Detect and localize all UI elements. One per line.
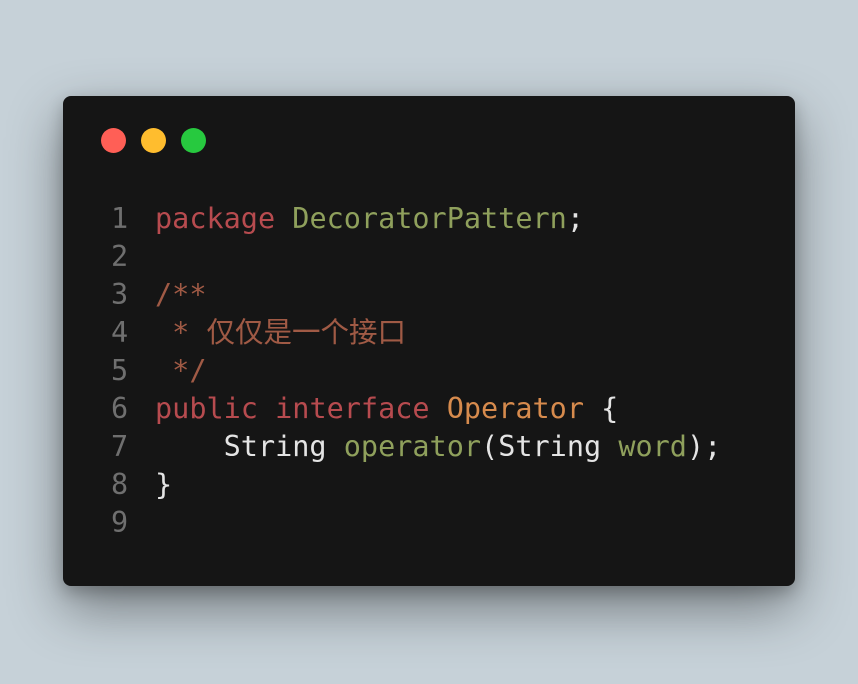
code-line: 1 package DecoratorPattern; [111,200,721,238]
code-token: word [618,430,687,463]
code-token: DecoratorPattern [292,202,567,235]
code-token: interface [275,392,430,425]
line-content: } [155,466,172,504]
code-line: 6 public interface Operator { [111,390,721,428]
line-number: 3 [111,278,129,311]
line-number: 7 [111,430,129,463]
code-token: */ [155,354,207,387]
line-content: public interface Operator { [155,390,618,428]
line-content: /** [155,276,206,314]
code-line: 8} [111,466,721,504]
code-token: operator [343,430,482,463]
line-number: 2 [111,240,129,273]
code-token: Operator [446,392,585,425]
line-number: 4 [111,316,129,349]
line-number: 8 [111,468,129,501]
line-number: 5 [111,354,129,387]
code-line: 4 * 仅仅是一个接口 [111,314,721,352]
code-token: String [155,430,344,463]
code-token: package [155,202,276,235]
line-number: 1 [111,202,129,235]
code-line: 9 [111,504,721,542]
minimize-dot-icon[interactable] [141,128,166,153]
code-token: (String [481,430,619,463]
line-content: String operator(String word); [155,428,722,466]
code-token: ); [686,430,722,463]
line-content: */ [155,352,206,390]
code-token: * 仅仅是一个接口 [155,316,406,349]
line-number: 6 [111,392,129,425]
line-number: 9 [111,506,129,539]
close-dot-icon[interactable] [101,128,126,153]
code-token: /** [155,278,207,311]
code-window: 1 package DecoratorPattern; 2 3/** 4 * 仅仅是一个… [63,96,795,586]
code-line: 3 /** [111,276,721,314]
line-content: * 仅仅是一个接口 [155,314,406,352]
code-line: 5 */ [111,352,721,390]
code-token: public [155,392,258,425]
code-token: { [584,392,619,425]
window-controls [101,128,206,153]
code-token: ; [566,202,584,235]
code-block: 1 package DecoratorPattern; 2 3/** 4 * 仅仅是一个… [111,200,721,542]
code-line: 2 [111,238,721,276]
maximize-dot-icon[interactable] [181,128,206,153]
code-line: 7 String operator(String word); [111,428,721,466]
line-content: package DecoratorPattern; [155,200,584,238]
code-token: } [155,468,173,501]
